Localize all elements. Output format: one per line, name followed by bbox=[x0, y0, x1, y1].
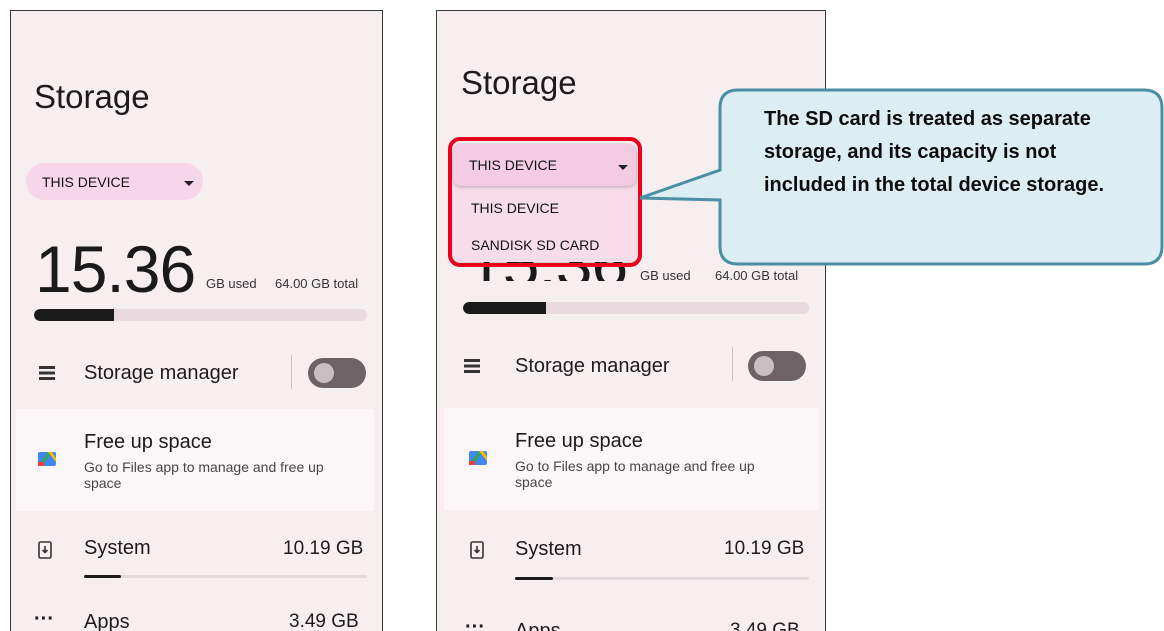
caret-down-icon bbox=[184, 181, 194, 186]
apps-size: 3.49 GB bbox=[289, 611, 359, 631]
used-storage-value: 15.36 bbox=[35, 232, 196, 306]
dropdown-highlight-box bbox=[448, 137, 642, 267]
more-icon: ··· bbox=[34, 608, 54, 630]
storage-manager-toggle[interactable] bbox=[308, 358, 366, 388]
files-app-icon bbox=[469, 451, 487, 465]
system-update-icon bbox=[38, 541, 52, 559]
storage-manager-toggle[interactable] bbox=[748, 351, 806, 381]
total-storage-label: 64.00 GB total bbox=[275, 276, 359, 291]
callout-text: The SD card is treated as separate stora… bbox=[764, 108, 1105, 196]
storage-device-dropdown[interactable]: THIS DEVICE bbox=[26, 163, 203, 200]
divider bbox=[291, 355, 292, 389]
free-up-space-subtitle: Go to Files app to manage and free up sp… bbox=[515, 458, 755, 490]
free-up-space-title: Free up space bbox=[84, 431, 212, 453]
free-up-space-card[interactable]: Free up space Go to Files app to manage … bbox=[444, 408, 819, 510]
free-up-space-subtitle: Go to Files app to manage and free up sp… bbox=[84, 459, 324, 491]
free-up-space-card[interactable]: Free up space Go to Files app to manage … bbox=[16, 409, 374, 511]
apps-size: 3.49 GB bbox=[730, 620, 800, 631]
more-icon: ··· bbox=[465, 616, 485, 631]
page-title: Storage bbox=[34, 78, 150, 115]
toggle-knob bbox=[754, 356, 774, 376]
page-title: Storage bbox=[461, 64, 577, 101]
system-label: System bbox=[84, 537, 151, 559]
storage-usage-bar bbox=[463, 302, 809, 314]
storage-manager-label: Storage manager bbox=[515, 355, 670, 377]
free-up-space-title: Free up space bbox=[515, 430, 643, 452]
storage-icon bbox=[39, 366, 55, 380]
used-unit-label: GB used bbox=[206, 276, 257, 291]
files-app-icon bbox=[38, 452, 56, 466]
system-size: 10.19 GB bbox=[283, 538, 364, 559]
phone-screen-left: Storage THIS DEVICE 15.36 GB used 64.00 … bbox=[10, 10, 383, 631]
used-unit-label: GB used bbox=[640, 268, 691, 283]
dropdown-label: THIS DEVICE bbox=[42, 173, 130, 190]
system-usage-fill bbox=[515, 577, 554, 580]
apps-label[interactable]: Apps bbox=[515, 620, 561, 631]
apps-label[interactable]: Apps bbox=[84, 611, 130, 631]
system-label: System bbox=[515, 538, 582, 560]
system-usage-fill bbox=[84, 575, 121, 578]
storage-icon bbox=[464, 359, 480, 373]
storage-usage-bar bbox=[34, 309, 367, 321]
storage-manager-label: Storage manager bbox=[84, 362, 239, 384]
divider bbox=[732, 347, 733, 381]
storage-usage-fill bbox=[463, 302, 547, 314]
storage-usage-fill bbox=[34, 309, 114, 321]
system-update-icon bbox=[470, 541, 484, 559]
system-usage-bar bbox=[515, 577, 809, 580]
toggle-knob bbox=[314, 363, 334, 383]
system-size: 10.19 GB bbox=[724, 538, 805, 559]
total-storage-label: 64.00 GB total bbox=[715, 268, 799, 283]
system-usage-bar bbox=[84, 575, 367, 578]
